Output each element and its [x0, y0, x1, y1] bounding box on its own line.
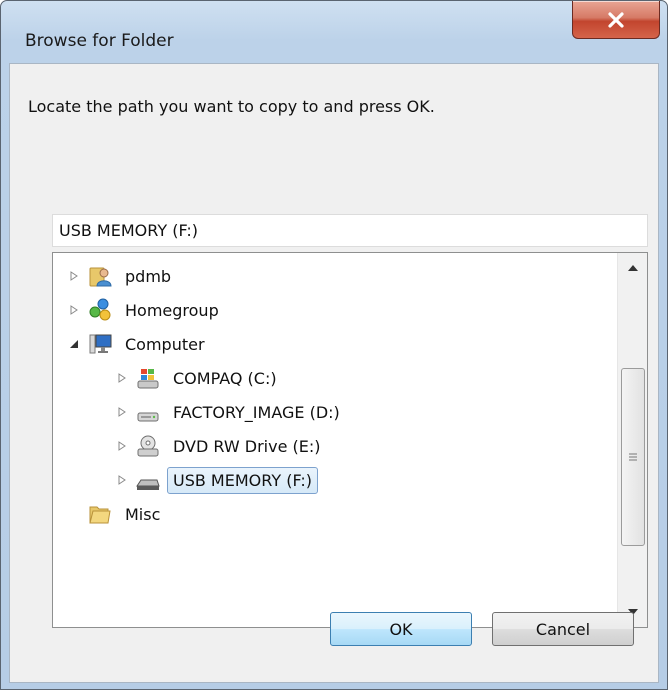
folder-tree[interactable]: pdmb Homegroup Computer COMPAQ (C:) FACT… [52, 252, 648, 628]
tree-item-label: COMPAQ (C:) [173, 368, 277, 388]
close-button[interactable] [572, 1, 660, 39]
expand-arrow-icon[interactable] [67, 305, 81, 315]
hard-drive-icon [135, 399, 161, 425]
collapse-arrow-icon[interactable] [67, 339, 81, 349]
scroll-up-button[interactable] [618, 253, 647, 283]
browse-for-folder-window: Browse for Folder Locate the path you wa… [0, 0, 668, 690]
instruction-text: Locate the path you want to copy to and … [28, 97, 435, 116]
homegroup-icon [87, 297, 113, 323]
dialog-body: Locate the path you want to copy to and … [9, 63, 659, 683]
user-folder-icon [87, 263, 113, 289]
close-icon [608, 11, 624, 28]
tree-item-homegroup[interactable]: Homegroup [67, 295, 225, 325]
tree-item-label: DVD RW Drive (E:) [173, 436, 321, 456]
tree-item-misc[interactable]: Misc [87, 499, 166, 529]
tree-item-label: FACTORY_IMAGE (D:) [173, 402, 340, 422]
expand-arrow-icon[interactable] [115, 475, 129, 485]
scrollbar-thumb[interactable] [621, 368, 645, 546]
cancel-button[interactable]: Cancel [492, 612, 634, 646]
tree-item-dvd-rw-e[interactable]: DVD RW Drive (E:) [115, 431, 327, 461]
tree-item-computer[interactable]: Computer [67, 329, 211, 359]
tree-item-label: Homegroup [125, 300, 219, 320]
expand-arrow-icon[interactable] [115, 441, 129, 451]
tree-item-compaq-c[interactable]: COMPAQ (C:) [115, 363, 283, 393]
expand-arrow-icon[interactable] [115, 373, 129, 383]
expand-arrow-icon[interactable] [115, 407, 129, 417]
tree-item-label: Computer [125, 334, 205, 354]
tree-item-label: pdmb [125, 266, 172, 286]
folder-icon [87, 501, 113, 527]
tree-item-pdmb[interactable]: pdmb [67, 261, 177, 291]
ok-button[interactable]: OK [330, 612, 472, 646]
dvd-drive-icon [135, 433, 161, 459]
tree-item-label: USB MEMORY (F:) [167, 466, 319, 494]
usb-drive-icon [135, 467, 161, 493]
expand-arrow-icon[interactable] [67, 271, 81, 281]
window-title: Browse for Folder [25, 31, 174, 51]
windows-drive-icon [135, 365, 161, 391]
computer-icon [87, 331, 113, 357]
scroll-up-icon [627, 265, 638, 271]
tree-item-usb-memory-f[interactable]: USB MEMORY (F:) [115, 465, 319, 495]
grip-icon [629, 453, 637, 461]
tree-item-label: Misc [125, 504, 161, 524]
tree-item-factory-image-d[interactable]: FACTORY_IMAGE (D:) [115, 397, 346, 427]
tree-scrollbar[interactable] [617, 253, 647, 627]
folder-path-field[interactable] [52, 214, 648, 247]
